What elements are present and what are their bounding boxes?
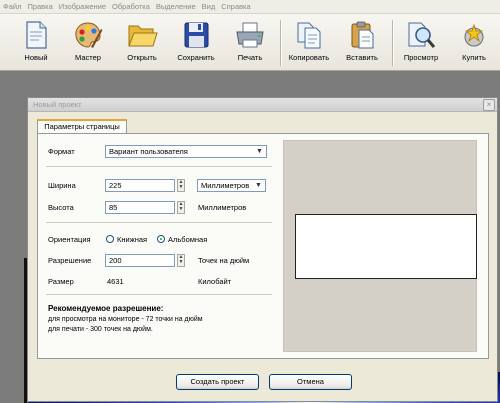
buy-button[interactable]: Купить <box>448 17 500 69</box>
portrait-radio[interactable] <box>106 235 114 243</box>
portrait-label: Книжная <box>117 235 148 244</box>
recommendation-monitor: для просмотра на мониторе - 72 точки на … <box>48 316 203 323</box>
folder-icon <box>128 25 158 47</box>
chevron-down-icon: ▼ <box>256 148 263 155</box>
new-label: Новый <box>24 53 48 62</box>
new-project-dialog: Новый проект × Параметры страницы Формат… <box>27 97 498 402</box>
size-units: Килобайт <box>198 277 232 286</box>
dialog-title: Новый проект <box>33 100 82 109</box>
toolbar: Новый Мастер Открыть Сохранить Печать Ко… <box>0 14 500 71</box>
menu-edit[interactable]: Правка <box>27 2 52 11</box>
magnifier-icon <box>408 22 436 48</box>
menu-file[interactable]: Файл <box>3 2 21 11</box>
cart-icon <box>464 23 484 47</box>
width-stepper[interactable]: ▲ ▼ <box>177 179 185 192</box>
landscape-label: Альбомная <box>168 235 208 244</box>
height-input[interactable]: 85 <box>105 201 175 214</box>
open-button[interactable]: Открыть <box>116 17 168 69</box>
format-select[interactable]: Вариант пользователя ▼ <box>105 145 267 158</box>
floppy-disk-icon <box>184 22 209 48</box>
resolution-input[interactable]: 200 <box>105 254 175 267</box>
width-label: Ширина <box>48 181 76 190</box>
menu-image[interactable]: Изображение <box>59 2 106 11</box>
menu-bar: Файл Правка Изображение Обработка Выделе… <box>0 0 500 14</box>
menu-help[interactable]: Справка <box>221 2 250 11</box>
menu-select[interactable]: Выделение <box>156 2 196 11</box>
close-icon[interactable]: × <box>483 99 495 111</box>
height-stepper[interactable]: ▲ ▼ <box>177 201 185 214</box>
spin-down-icon: ▼ <box>178 259 184 265</box>
page-preview-area <box>283 140 477 352</box>
height-units: Миллиметров <box>198 203 247 212</box>
clipboard-icon <box>351 21 374 49</box>
size-value: 4631 <box>107 277 124 286</box>
page-settings-panel: Формат Вариант пользователя ▼ Ширина 225… <box>37 133 489 359</box>
new-button[interactable]: Новый <box>10 17 62 69</box>
print-button[interactable]: Печать <box>224 17 276 69</box>
resolution-label: Разрешение <box>48 256 92 265</box>
tab-page-settings[interactable]: Параметры страницы <box>37 119 127 134</box>
wizard-button[interactable]: Мастер <box>62 17 114 69</box>
paste-label: Вставить <box>346 53 378 62</box>
width-input[interactable]: 225 <box>105 179 175 192</box>
cancel-button[interactable]: Отмена <box>269 374 352 390</box>
page-preview <box>295 214 477 279</box>
create-project-button[interactable]: Создать проект <box>176 374 259 390</box>
units-select[interactable]: Миллиметров ▼ <box>197 179 266 192</box>
menu-view[interactable]: Вид <box>202 2 216 11</box>
dialog-titlebar: Новый проект × <box>28 98 497 112</box>
resolution-stepper[interactable]: ▲ ▼ <box>177 254 185 267</box>
spin-down-icon: ▼ <box>178 206 184 212</box>
format-label: Формат <box>48 147 75 156</box>
palette-icon <box>75 22 103 48</box>
save-button[interactable]: Сохранить <box>170 17 222 69</box>
printer-icon <box>236 22 264 48</box>
copy-label: Копировать <box>288 53 330 62</box>
copy-icon <box>297 22 321 49</box>
units-value: Миллиметров <box>201 181 250 190</box>
divider <box>46 222 272 223</box>
chevron-down-icon: ▼ <box>255 182 262 189</box>
preview-label: Просмотр <box>403 53 439 62</box>
format-value: Вариант пользователя <box>109 147 188 156</box>
menu-process[interactable]: Обработка <box>112 2 150 11</box>
toolbar-separator <box>392 20 394 66</box>
buy-label: Купить <box>462 53 486 62</box>
orientation-label: Ориентация <box>48 235 91 244</box>
height-label: Высота <box>48 203 74 212</box>
divider <box>46 294 272 295</box>
preview-button[interactable]: Просмотр <box>395 17 447 69</box>
paste-button[interactable]: Вставить <box>336 17 388 69</box>
resolution-units: Точек на дюйм <box>198 256 250 265</box>
toolbar-separator <box>280 20 282 66</box>
copy-button[interactable]: Копировать <box>283 17 335 69</box>
wizard-label: Мастер <box>75 53 101 62</box>
open-label: Открыть <box>127 53 157 62</box>
spin-down-icon: ▼ <box>178 184 184 190</box>
new-document-icon <box>26 21 47 49</box>
save-label: Сохранить <box>177 53 215 62</box>
divider <box>46 166 272 167</box>
print-label: Печать <box>237 53 263 62</box>
landscape-radio[interactable] <box>157 235 165 243</box>
recommendation-print: для печати - 300 точек на дюйм. <box>48 326 153 333</box>
size-label: Размер <box>48 277 74 286</box>
recommendation-title: Рекомендуемое разрешение: <box>48 304 164 313</box>
